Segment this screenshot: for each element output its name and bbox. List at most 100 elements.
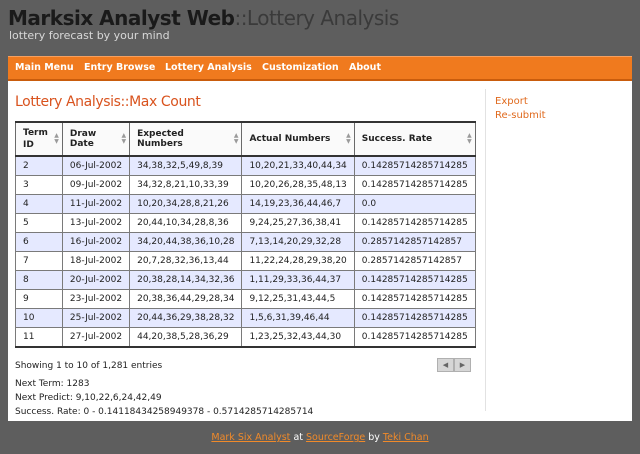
col-success-rate[interactable]: Success. Rate ▲ ▼ [353,121,476,157]
table-cell: 11 [15,327,63,348]
nav-entry-browse[interactable]: Entry Browse [84,62,155,73]
table-cell: 7,13,14,20,29,32,28 [241,232,355,252]
table-cell: 20,44,36,29,38,28,32 [129,308,243,328]
table-cell: 20,44,10,34,28,8,36 [129,213,243,233]
table-cell: 9,12,25,31,43,44,5 [241,289,355,309]
table-row: 5 13-Jul-2002 20,44,10,34,28,8,36 9,24,25,2… [15,213,476,233]
footer-text-at: at [290,432,307,443]
table-cell: 25-Jul-2002 [61,308,131,328]
table-cell: 0.2857142857142857 [353,232,476,252]
table-row: 7 18-Jul-2002 20,7,28,32,36,13,44 11,22,24,… [15,251,476,271]
table-row: 2 06-Jul-2002 34,38,32,5,49,8,39 10,20,21,3… [15,155,476,176]
table-cell: 0.14285714285714285 [353,289,476,309]
table-cell: 14,19,23,36,44,46,7 [241,194,355,214]
table-cell: 8 [15,270,63,290]
table-cell: 20,38,36,44,29,28,34 [129,289,243,309]
results-table: Term ID ▲ ▼ Draw Date ▲ ▼ Expected Numbers ▲ ▼… [15,121,476,348]
nav-lottery-analysis[interactable]: Lottery Analysis [165,62,252,73]
table-cell: 0.14285714285714285 [353,270,476,290]
nav-about[interactable]: About [349,62,381,73]
success-rate-summary: Success. Rate: 0 - 0.14118434258949378 -… [15,407,314,417]
table-cell: 1,11,29,33,36,44,37 [241,270,355,290]
table-cell: 10 [15,308,63,328]
table-cell: 23-Jul-2002 [61,289,131,309]
next-page-button[interactable]: ▶ [454,358,471,372]
export-link[interactable]: Export [495,96,528,107]
table-cell: 27-Jul-2002 [61,327,131,348]
table-row: 3 09-Jul-2002 34,32,8,21,10,33,39 10,20,26,… [15,175,476,195]
table-cell: 0.2857142857142857 [353,251,476,271]
table-cell: 6 [15,232,63,252]
table-cell: 11,22,24,28,29,38,20 [241,251,355,271]
table-cell: 13-Jul-2002 [61,213,131,233]
sort-arrows-icon: ▲ ▼ [54,132,59,145]
table-cell: 0.14285714285714285 [353,213,476,233]
sort-arrows-icon: ▲ ▼ [346,132,351,145]
sort-arrows-icon: ▲ ▼ [467,132,472,145]
table-header-row: Term ID ▲ ▼ Draw Date ▲ ▼ Expected Numbers ▲ ▼… [15,121,476,157]
next-term: Next Term: 1283 [15,379,90,389]
sort-arrows-icon: ▲ ▼ [121,132,127,145]
table-row: 11 27-Jul-2002 44,20,38,5,28,36,29 1,23,25,… [15,327,476,348]
table-cell: 7 [15,251,63,271]
table-cell: 20,7,28,32,36,13,44 [129,251,243,271]
resubmit-link[interactable]: Re-submit [495,110,546,121]
footer-link-sourceforge[interactable]: SourceForge [306,432,365,443]
sidebar-divider [485,89,486,411]
col-expected-numbers[interactable]: Expected Numbers ▲ ▼ [129,121,243,157]
prev-page-button[interactable]: ◀ [437,358,454,372]
main-nav: Main Menu Entry Browse Lottery Analysis … [8,56,632,81]
page-footer: Mark Six Analyst at SourceForge by Teki … [0,432,640,443]
footer-link-mark-six-analyst[interactable]: Mark Six Analyst [211,432,290,443]
table-cell: 1,5,6,31,39,46,44 [241,308,355,328]
col-actual-numbers[interactable]: Actual Numbers ▲ ▼ [241,121,355,157]
site-title-sub: ::Lottery Analysis [234,6,399,30]
entries-info: Showing 1 to 10 of 1,281 entries [15,361,163,371]
table-cell: 44,20,38,5,28,36,29 [129,327,243,348]
col-success-rate-label: Success. Rate [361,134,433,144]
footer-text-by: by [365,432,383,443]
page-header: Marksix Analyst Web::Lottery Analysis lo… [0,0,640,54]
nav-customization[interactable]: Customization [262,62,339,73]
left-arrow-icon: ◀ [442,361,449,369]
col-draw-date-label: Draw Date [69,129,97,149]
table-cell: 10,20,34,28,8,21,26 [129,194,243,214]
site-title-main: Marksix Analyst Web [8,6,235,30]
nav-main-menu[interactable]: Main Menu [15,62,74,73]
table-cell: 0.14285714285714285 [353,175,476,195]
next-predict: Next Predict: 9,10,22,6,24,42,49 [15,393,162,403]
table-row: 4 11-Jul-2002 10,20,34,28,8,21,26 14,19,23,… [15,194,476,214]
site-tagline: lottery forecast by your mind [9,29,170,42]
table-cell: 10,20,26,28,35,48,13 [241,175,355,195]
table-row: 8 20-Jul-2002 20,38,28,14,34,32,36 1,11,29,… [15,270,476,290]
table-cell: 34,32,8,21,10,33,39 [129,175,243,195]
table-cell: 0.0 [353,194,476,214]
table-cell: 3 [15,175,63,195]
table-row: 10 25-Jul-2002 20,44,36,29,38,28,32 1,5,6,3… [15,308,476,328]
table-cell: 9 [15,289,63,309]
table-cell: 0.14285714285714285 [353,155,476,176]
sort-arrows-icon: ▲ ▼ [233,132,239,145]
table-cell: 18-Jul-2002 [61,251,131,271]
col-term-id[interactable]: Term ID ▲ ▼ [15,121,63,157]
table-cell: 20-Jul-2002 [61,270,131,290]
table-cell: 1,23,25,32,43,44,30 [241,327,355,348]
table-cell: 09-Jul-2002 [61,175,131,195]
table-row: 9 23-Jul-2002 20,38,36,44,29,28,34 9,12,25,… [15,289,476,309]
footer-link-teki-chan[interactable]: Teki Chan [383,432,429,443]
table-cell: 11-Jul-2002 [61,194,131,214]
table-body: 2 06-Jul-2002 34,38,32,5,49,8,39 10,20,21,3… [15,155,476,348]
table-cell: 2 [15,155,63,176]
table-cell: 0.14285714285714285 [353,308,476,328]
col-draw-date[interactable]: Draw Date ▲ ▼ [61,121,131,157]
table-cell: 06-Jul-2002 [61,155,131,176]
table-cell: 34,38,32,5,49,8,39 [129,155,243,176]
col-term-id-label: Term ID [23,128,48,150]
table-cell: 10,20,21,33,40,44,34 [241,155,355,176]
table-cell: 16-Jul-2002 [61,232,131,252]
table-cell: 20,38,28,14,34,32,36 [129,270,243,290]
table-cell: 34,20,44,38,36,10,28 [129,232,243,252]
content-panel: Lottery Analysis::Max Count Export Re-su… [8,81,632,421]
col-expected-numbers-label: Expected Numbers [137,129,184,149]
col-actual-numbers-label: Actual Numbers [249,134,331,144]
